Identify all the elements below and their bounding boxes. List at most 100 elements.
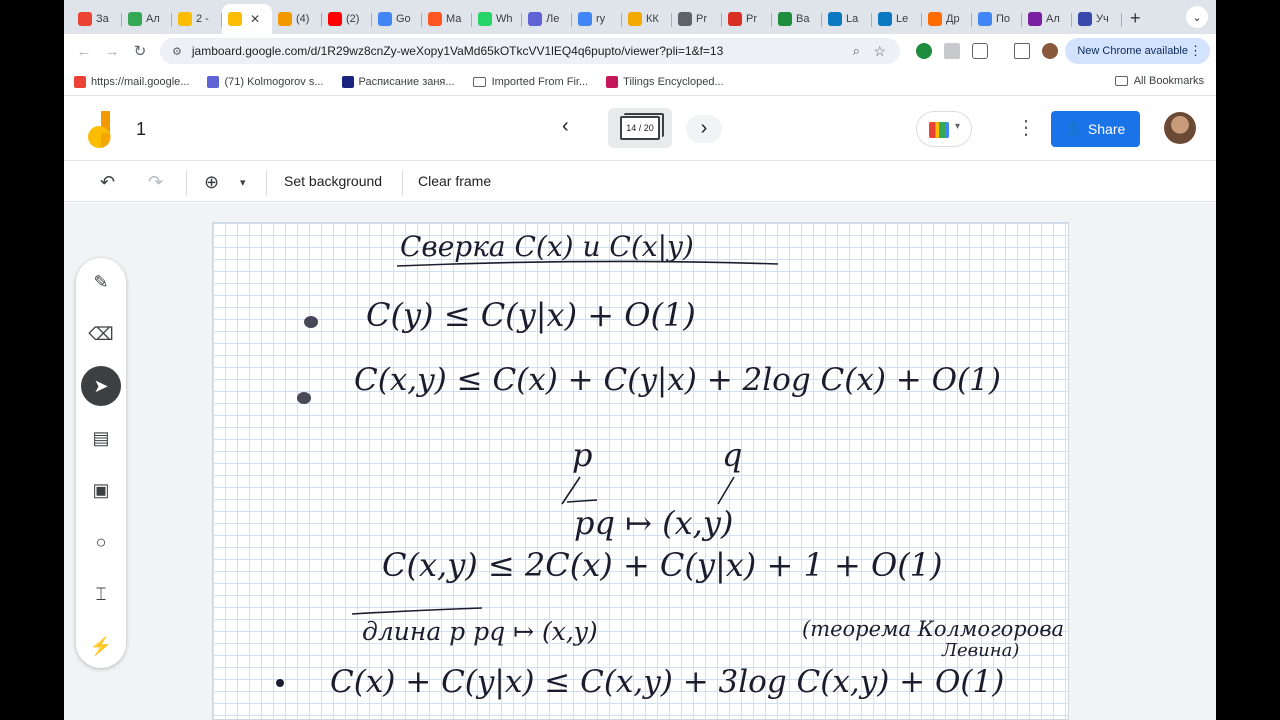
tab-favicon-icon [878,12,892,26]
jam-title[interactable]: 1 [136,119,146,140]
browser-tab[interactable]: Ал [122,5,172,33]
profile-avatar[interactable] [1042,43,1058,59]
back-icon[interactable]: ← [70,43,98,60]
browser-tab[interactable]: По [972,5,1022,33]
browser-tab[interactable]: Уч [1072,5,1122,33]
tab-search-icon[interactable]: ⌄ [1186,6,1208,28]
close-tab-icon[interactable]: ✕ [250,12,260,26]
browser-tab[interactable]: Pr [672,5,722,33]
browser-window: За Ал 2 - ✕ (4) (2) Go Ма Wh Ле ry КК Pr Pr Ва La Le Др По… [64,0,1216,720]
browser-tab[interactable]: La [822,5,872,33]
sticky-note-tool-icon[interactable]: ▤ [81,418,121,458]
address-bar[interactable]: ⚙ jamboard.google.com/d/1R29wz8cnZy-weXo… [160,38,900,64]
browser-tab[interactable]: Ле [522,5,572,33]
previous-frame-icon[interactable]: ‹ [562,115,569,138]
browser-tab[interactable]: КК [622,5,672,33]
zoom-dropdown-icon[interactable]: ▾ [240,176,246,189]
bookmark-item[interactable]: https://mail.google... [74,75,189,88]
handwriting-layer: Сверка C(x) и C(x|y) C(y) ≤ C(y|x) + O(1… [276,230,1064,700]
ink-line: Левина) [941,640,1019,661]
share-button[interactable]: 👤 Share [1051,111,1140,147]
bookmark-item[interactable]: (71) Kolmogorov s... [207,75,324,88]
ink-line: длина p pq ↦ (x,y) [362,617,598,646]
set-background-button[interactable]: Set background [284,173,382,189]
browser-tab[interactable]: Ал [1022,5,1072,33]
bookmark-item[interactable]: Расписание заня... [341,75,455,88]
eraser-tool-icon[interactable]: ⌫ [81,314,121,354]
extensions-puzzle-icon[interactable] [972,43,988,59]
chrome-update-button[interactable]: New Chrome available ⋮ [1065,38,1210,64]
browser-tab[interactable]: (4) [272,5,322,33]
frame-bar-button[interactable]: 14 / 20 [608,108,672,148]
browser-tab[interactable]: 2 - [172,5,222,33]
ink-underline [351,607,483,615]
tool-panel: ✎ ⌫ ➤ ▤ ▣ ○ ⌶ ⚡ [76,258,126,668]
browser-tab[interactable]: Ва [772,5,822,33]
tab-favicon-icon [428,12,442,26]
meet-button[interactable]: ▾ [916,111,972,147]
text-box-tool-icon[interactable]: ⌶ [81,574,121,614]
tab-label: Pr [696,13,707,25]
reload-icon[interactable]: ↻ [126,42,154,60]
ink-line: C(x,y) ≤ C(x) + C(y|x) + 2log C(x) + O(1… [354,362,1001,398]
redo-icon[interactable]: ↷ [148,172,163,193]
tab-label: Wh [496,13,513,25]
browser-tab[interactable]: Go [372,5,422,33]
browser-tab[interactable]: Wh [472,5,522,33]
side-panel-icon[interactable] [1014,43,1030,59]
laser-tool-icon[interactable]: ⚡ [81,626,121,666]
site-info-icon[interactable]: ⚙ [172,45,182,58]
person-add-icon: 👤 [1065,121,1082,136]
tab-favicon-icon [1028,12,1042,26]
tab-label: Go [396,13,411,25]
all-bookmarks-button[interactable]: All Bookmarks [1114,75,1204,87]
frame-counter: 14 / 20 [620,116,660,140]
jamboard-header: 1 ‹ 14 / 20 › ▾ ⋮ 👤 Share [64,97,1216,161]
jamboard-toolbar: ↶ ↷ ⊕ ▾ Set background Clear frame [64,162,1216,202]
ink-bullet [297,392,311,404]
tab-favicon-icon [178,12,192,26]
zoom-icon[interactable]: ⌕ [853,43,860,59]
zoom-in-icon[interactable]: ⊕ [204,172,219,193]
browser-tab[interactable]: Pr [722,5,772,33]
circle-shape-tool-icon[interactable]: ○ [81,522,121,562]
extension-icon[interactable] [944,43,960,59]
jamboard-logo-icon[interactable] [88,111,114,149]
bookmark-item[interactable]: Imported From Fir... [472,76,588,88]
bookmark-favicon-icon [341,75,354,88]
ink-stroke [717,476,735,505]
pen-tool-icon[interactable]: ✎ [81,262,121,302]
clear-frame-button[interactable]: Clear frame [418,173,491,189]
ink-line: pq ↦ (x,y) [574,504,733,542]
forward-icon[interactable]: → [98,43,126,60]
ink-bullet [304,316,318,328]
bookmark-star-icon[interactable]: ☆ [873,43,886,60]
tab-label: ry [596,13,606,25]
select-tool-icon[interactable]: ➤ [81,366,121,406]
tab-favicon-icon [928,12,942,26]
tab-label: КК [646,13,659,25]
new-tab-button[interactable]: + [1130,8,1141,29]
extension-icon[interactable] [916,43,932,59]
browser-tab[interactable]: ✕ [222,4,272,34]
browser-tab[interactable]: ry [572,5,622,33]
browser-tab[interactable]: Le [872,5,922,33]
all-bookmarks-label: All Bookmarks [1133,75,1204,87]
add-image-tool-icon[interactable]: ▣ [81,470,121,510]
browser-tab[interactable]: Др [922,5,972,33]
tab-favicon-icon [128,12,142,26]
browser-tab[interactable]: За [72,5,122,33]
tab-favicon-icon [728,12,742,26]
undo-icon[interactable]: ↶ [100,172,115,193]
meet-camera-icon [929,122,949,138]
browser-tab[interactable]: (2) [322,5,372,33]
browser-tab[interactable]: Ма [422,5,472,33]
account-avatar[interactable] [1164,112,1196,144]
tab-favicon-icon [78,12,92,26]
bookmark-item[interactable]: Tilings Encycloped... [606,75,724,88]
more-options-icon[interactable]: ⋮ [1016,115,1036,140]
tab-label: (4) [296,13,310,25]
next-frame-icon[interactable]: › [686,115,722,143]
ink-line: p [572,436,592,474]
ink-stroke [566,499,598,503]
